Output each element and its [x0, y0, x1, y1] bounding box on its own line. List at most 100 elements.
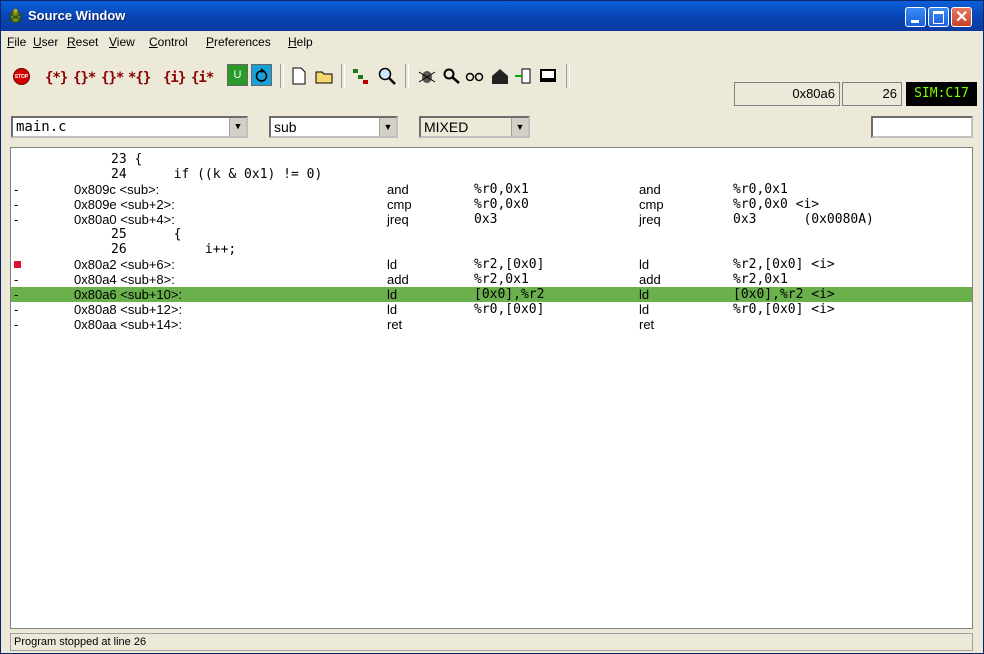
chevron-down-icon[interactable]: ▼: [379, 118, 396, 136]
registers-house-icon[interactable]: [490, 66, 510, 86]
target-indicator: SIM:C17: [906, 82, 977, 106]
toolbar-separator: [341, 64, 345, 88]
source-cell-m2: add: [639, 272, 661, 287]
source-cell-addr: 0x80aa <sub+14>:: [74, 317, 183, 332]
continue-icon[interactable]: *{}: [128, 70, 151, 86]
source-cell-m1: ld: [387, 287, 398, 302]
asm-line-row[interactable]: - 0x80aa <sub+14>: ret ret: [11, 317, 972, 332]
source-line-row[interactable]: 25 {: [11, 227, 972, 242]
source-cell-m2: cmp: [639, 197, 664, 212]
source-line-row[interactable]: 26 i++;: [11, 242, 972, 257]
file-select[interactable]: main.c ▼: [11, 116, 248, 138]
current-line-row[interactable]: - 0x80a6 <sub+10>: ld [0x0],%r2 ld [0x0],%r2 …: [11, 287, 972, 302]
title-bar[interactable]: Source Window ✕: [1, 1, 983, 31]
asm-line-row[interactable]: - 0x809c <sub>: and %r0,0x1 and %r0,0x1: [11, 182, 972, 197]
line-number-display: 26: [842, 82, 902, 106]
source-cell-m1: ret: [387, 317, 403, 332]
minimize-button[interactable]: [905, 7, 926, 27]
breakpoint-bug-icon[interactable]: [417, 66, 437, 86]
source-cell-m2: and: [639, 182, 661, 197]
search-icon[interactable]: [377, 66, 397, 86]
chevron-down-icon[interactable]: ▼: [229, 118, 246, 136]
maximize-button[interactable]: [928, 7, 949, 27]
source-cell-gutter[interactable]: -: [14, 197, 18, 212]
source-cell-o2: %r0,0x0 <i>: [733, 197, 820, 212]
menu-help[interactable]: Help: [288, 35, 313, 49]
source-cell-m2: ret: [639, 317, 655, 332]
source-cell-addr: 23 {: [111, 152, 143, 167]
source-cell-addr: 0x80a6 <sub+10>:: [74, 287, 183, 302]
source-cell-o1: %r2,0x1: [474, 272, 529, 287]
source-line-row[interactable]: 23 {: [11, 152, 972, 167]
user-toggle-button[interactable]: U: [227, 64, 248, 86]
menu-user[interactable]: User: [33, 35, 58, 49]
stop-button[interactable]: STOP: [13, 68, 30, 85]
asm-line-row[interactable]: - 0x80a0 <sub+4>: jreq 0x3 jreq 0x3 (0x0080A): [11, 212, 972, 227]
console-icon[interactable]: [538, 66, 558, 86]
source-cell-gutter[interactable]: -: [14, 317, 18, 332]
source-cell-gutter[interactable]: -: [14, 182, 18, 197]
chevron-down-icon[interactable]: ▼: [511, 118, 528, 136]
new-file-icon[interactable]: [289, 66, 309, 86]
menu-reset[interactable]: Reset: [67, 35, 98, 49]
source-cell-addr: 0x809c <sub>:: [74, 182, 160, 197]
asm-line-row[interactable]: - 0x80a8 <sub+12>: ld %r0,[0x0] ld %r0,[0x0] …: [11, 302, 972, 317]
source-cell-addr: 25 {: [111, 227, 182, 242]
menu-file[interactable]: File: [7, 35, 26, 49]
maximize-icon: [933, 11, 944, 24]
close-button[interactable]: ✕: [951, 7, 972, 27]
step-over-icon[interactable]: {}*: [73, 70, 96, 86]
app-bug-icon: [7, 8, 24, 23]
source-cell-o2: %r2,0x1: [733, 272, 788, 287]
asm-line-row[interactable]: 0x80a2 <sub+6>: ld %r2,[0x0] ld %r2,[0x0] <i…: [11, 257, 972, 272]
source-cell-addr: 0x80a4 <sub+8>:: [74, 272, 175, 287]
source-cell-addr: 0x809e <sub+2>:: [74, 197, 175, 212]
source-cell-gutter[interactable]: -: [14, 302, 18, 317]
source-cell-o2: %r0,[0x0] <i>: [733, 302, 835, 317]
stepi-icon[interactable]: {i}: [163, 70, 186, 86]
asm-line-row[interactable]: - 0x809e <sub+2>: cmp %r0,0x0 cmp %r0,0x0 <i>: [11, 197, 972, 212]
mode-select[interactable]: MIXED ▼: [419, 116, 530, 138]
nexti-icon[interactable]: {i*: [191, 70, 214, 86]
close-icon: ✕: [955, 9, 969, 26]
toolbar-separator: [405, 64, 409, 88]
goto-input[interactable]: [871, 116, 973, 138]
menu-control[interactable]: Control: [149, 35, 188, 49]
source-cell-m1: add: [387, 272, 409, 287]
toolbar-separator: [566, 64, 570, 88]
watch-icon[interactable]: [442, 66, 462, 86]
source-cell-gutter[interactable]: -: [14, 272, 18, 287]
menu-preferences[interactable]: Preferences: [206, 35, 271, 49]
source-cell-o1: [0x0],%r2: [474, 287, 545, 302]
memory-icon[interactable]: [513, 66, 533, 86]
source-cell-m2: ld: [639, 287, 650, 302]
source-cell-addr: 0x80a8 <sub+12>:: [74, 302, 183, 317]
source-cell-addr: 26 i++;: [111, 242, 237, 257]
function-select[interactable]: sub ▼: [269, 116, 398, 138]
source-cell-o2: [0x0],%r2 <i>: [733, 287, 835, 302]
source-cell-m2: ld: [639, 302, 650, 317]
function-select-value: sub: [274, 119, 297, 135]
refresh-button[interactable]: [251, 64, 272, 86]
locals-glasses-icon[interactable]: [465, 66, 485, 86]
menu-view[interactable]: View: [109, 35, 135, 49]
source-cell-addr: 0x80a0 <sub+4>:: [74, 212, 175, 227]
source-cell-gutter[interactable]: -: [14, 212, 18, 227]
step-out-icon[interactable]: {}*: [101, 70, 124, 86]
toolbar-separator: [280, 64, 284, 88]
asm-line-row[interactable]: - 0x80a4 <sub+8>: add %r2,0x1 add %r2,0x1: [11, 272, 972, 287]
minimize-icon: [911, 20, 919, 23]
source-line-row[interactable]: 24 if ((k & 0x1) != 0): [11, 167, 972, 182]
status-bar: Program stopped at line 26: [10, 633, 973, 651]
window-title: Source Window: [28, 8, 126, 23]
stack-icon[interactable]: [351, 66, 371, 86]
step-icon[interactable]: {*}: [45, 70, 68, 86]
source-pane[interactable]: 23 {24 if ((k & 0x1) != 0) - 0x809c <sub>:…: [10, 147, 973, 629]
source-cell-o1: %r0,[0x0]: [474, 302, 545, 317]
source-cell-gutter[interactable]: -: [14, 287, 18, 302]
combo-bar: main.c ▼ sub ▼ MIXED ▼: [1, 111, 983, 145]
refresh-icon: [255, 68, 268, 82]
source-cell-o1: %r2,[0x0]: [474, 257, 545, 272]
open-folder-icon[interactable]: [314, 66, 334, 86]
breakpoint-marker[interactable]: [14, 261, 21, 268]
